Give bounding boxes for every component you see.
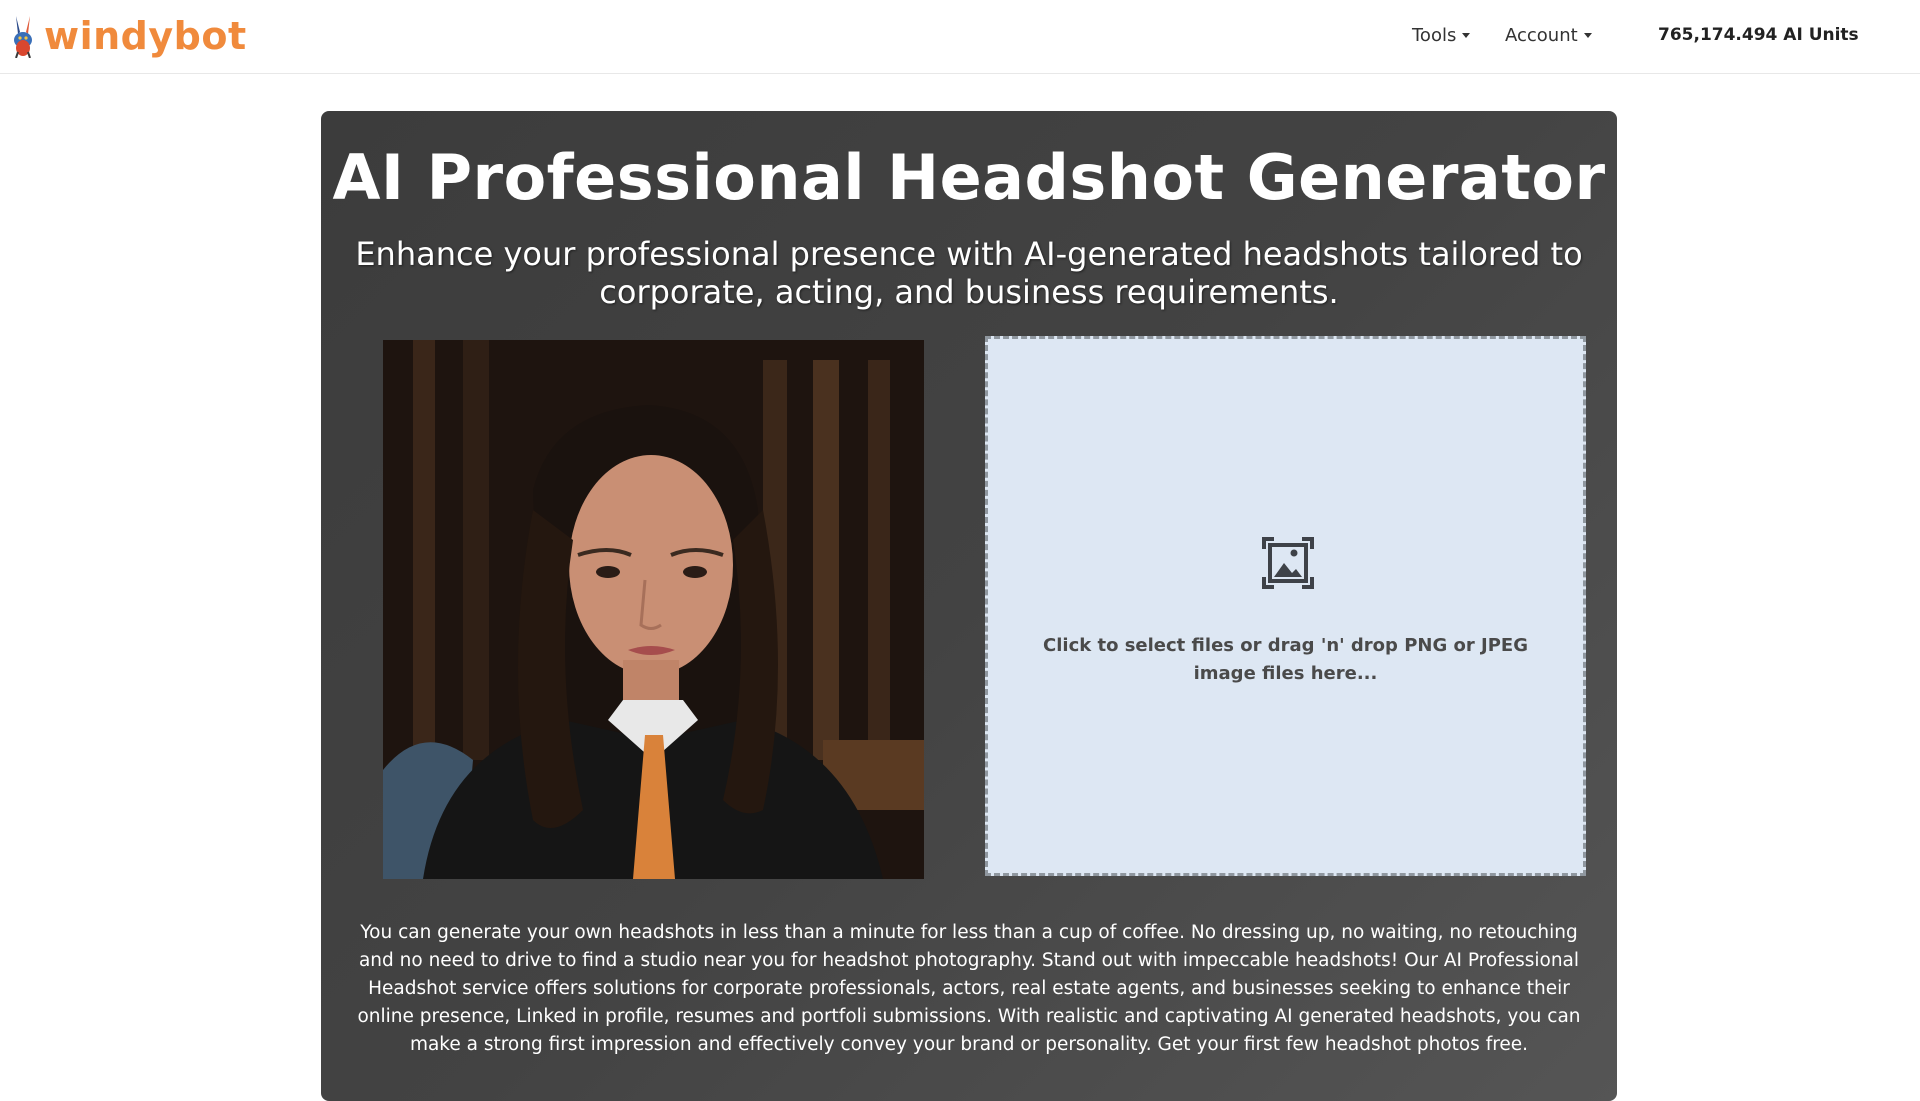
file-dropzone[interactable]: Click to select files or drag 'n' drop P… <box>985 336 1586 876</box>
chevron-down-icon <box>1583 33 1592 38</box>
top-navbar: windybot Tools Account 765,174.494 AI Un… <box>0 0 1920 74</box>
page-subtitle: Enhance your professional presence with … <box>355 235 1583 311</box>
page-title: AI Professional Headshot Generator <box>332 141 1606 214</box>
service-description: You can generate your own headshots in l… <box>357 922 1581 1055</box>
chevron-down-icon <box>1462 33 1471 38</box>
nav-account-dropdown[interactable]: Account <box>1505 25 1592 46</box>
dropzone-instructions: Click to select files or drag 'n' drop P… <box>1043 635 1528 684</box>
headshot-generator-panel: AI Professional Headshot Generator Enhan… <box>321 111 1617 1101</box>
brand-name: windybot <box>44 14 247 58</box>
example-headshot-image <box>383 340 924 879</box>
nav-tools-dropdown[interactable]: Tools <box>1412 25 1471 46</box>
rabbit-logo-icon <box>14 16 32 58</box>
headshot-example-icon <box>383 340 924 879</box>
brand-logo[interactable]: windybot <box>8 14 247 58</box>
ai-units-balance[interactable]: 765,174.494 AI Units <box>1658 25 1859 45</box>
nav-tools-label: Tools <box>1412 25 1457 46</box>
image-upload-icon <box>1262 537 1314 589</box>
nav-account-label: Account <box>1505 25 1578 46</box>
